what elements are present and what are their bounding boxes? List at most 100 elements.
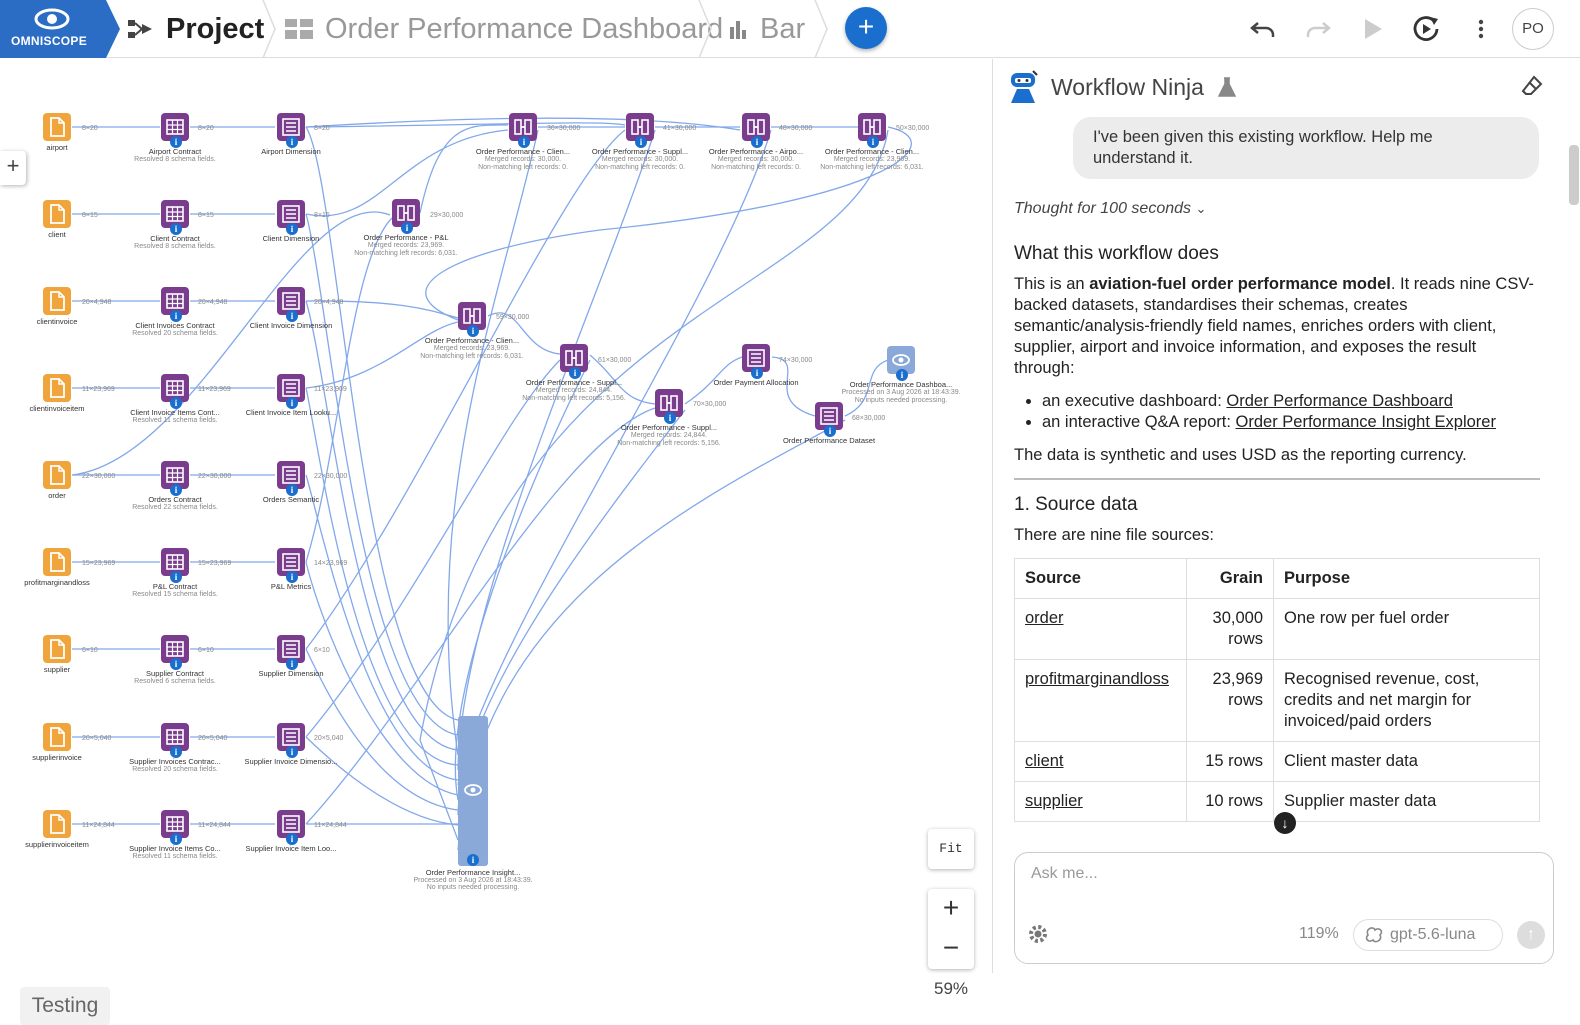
file-icon[interactable] — [43, 200, 71, 228]
info-icon[interactable]: i — [467, 854, 479, 866]
node-label: Client Invoice Item Looku... — [245, 408, 337, 417]
node-status: Resolved 6 schema fields. — [134, 678, 216, 685]
connection-dimension: 11×24,844 — [314, 822, 347, 829]
divider — [1014, 478, 1540, 480]
model-selector[interactable]: gpt-5.6-luna — [1353, 919, 1503, 951]
dashboard-link[interactable]: Order Performance Dashboard — [1226, 392, 1453, 410]
node-status: Merged records: 23,969. — [367, 242, 445, 249]
add-block-side-button[interactable]: + — [0, 151, 26, 185]
workflow-connections — [71, 117, 912, 851]
p1-pre: This is an — [1014, 275, 1090, 293]
breadcrumb-view[interactable]: Bar — [728, 0, 805, 58]
connection-dimension: 14×23,969 — [314, 560, 348, 567]
redo-icon[interactable] — [1303, 14, 1333, 44]
connection-dimension: 6×10 — [82, 647, 98, 654]
connection-dimension: 8×15 — [198, 212, 214, 219]
breadcrumb-separator — [698, 0, 712, 58]
answer-paragraph-3: There are nine file sources: — [1014, 526, 1214, 544]
assistant-answer: What this workflow does This is an aviat… — [1014, 243, 1540, 822]
file-icon[interactable] — [43, 374, 71, 402]
eye-icon — [464, 784, 482, 796]
gear-icon[interactable] — [1027, 923, 1049, 945]
breadcrumb-project[interactable]: Project — [128, 0, 264, 58]
connection-dimension: 6×10 — [314, 647, 330, 654]
file-icon[interactable] — [43, 810, 71, 838]
node-label: Order Performance - Clien... Merged recor… — [802, 147, 942, 172]
table-row: order 30,000 rows One row per fuel order — [1014, 598, 1540, 660]
node-label: Client Invoice Dimension — [249, 321, 333, 330]
connection-dimension: 41×30,000 — [663, 125, 697, 132]
connection-dimension: 70×30,000 — [693, 401, 727, 408]
source-link[interactable]: client — [1025, 752, 1064, 770]
context-usage: 119% — [1299, 925, 1339, 942]
list-item: an interactive Q&A report: Order Perform… — [1042, 412, 1540, 433]
cell-source: profitmarginandloss — [1014, 659, 1187, 742]
more-icon[interactable] — [1466, 14, 1496, 44]
bullet1-text: an executive dashboard: — [1042, 392, 1227, 410]
node-label: Order Performance - Clien... Merged recor… — [402, 336, 542, 361]
node-label: Order Performance - P&L Merged records: 2… — [336, 233, 476, 258]
connection-dimension: 11×24,844 — [82, 822, 115, 829]
connection-dimension: 8×15 — [82, 212, 98, 219]
file-icon[interactable] — [43, 113, 71, 141]
fit-button[interactable]: Fit — [928, 829, 974, 869]
connection-dimension: 61×30,000 — [598, 357, 632, 364]
scroll-down-icon[interactable]: ↓ — [1274, 812, 1296, 834]
source-link[interactable]: profitmarginandloss — [1025, 670, 1169, 688]
node-status: Resolved 11 schema fields. — [132, 417, 218, 424]
panel-scrollbar[interactable] — [1569, 145, 1579, 205]
col-source: Source — [1014, 558, 1187, 599]
file-icon[interactable] — [43, 287, 71, 315]
play-icon[interactable] — [1358, 14, 1388, 44]
workflow-canvas[interactable]: + airport client clientinvoice clientinvoic… — [0, 59, 992, 1025]
cell-grain: 30,000 rows — [1186, 598, 1274, 660]
undo-icon[interactable] — [1248, 14, 1278, 44]
send-button[interactable]: ↑ — [1517, 921, 1545, 949]
node-status: Resolved 20 schema fields. — [132, 766, 218, 773]
file-icon[interactable] — [43, 635, 71, 663]
source-link[interactable]: supplier — [1025, 792, 1083, 810]
connection-dimension: 20×4,948 — [314, 299, 344, 306]
source-table: Source Grain Purpose order 30,000 rows One… — [1014, 558, 1540, 822]
zoom-controls: + − — [928, 889, 974, 969]
thought-toggle[interactable]: Thought for 100 seconds ⌄ — [1014, 200, 1206, 218]
node-status: No inputs needed processing. — [854, 397, 948, 404]
bullet2-text: an interactive Q&A report: — [1042, 413, 1236, 431]
connection-dimension: 15×23,969 — [198, 560, 232, 567]
file-icon[interactable] — [43, 723, 71, 751]
cell-grain: 10 rows — [1186, 781, 1274, 822]
cell-source: order — [1014, 598, 1187, 660]
source-link[interactable]: order — [1025, 609, 1064, 627]
node-label: Supplier Invoice Item Loo... — [245, 844, 337, 853]
node-status: Non-matching left records: 6,031. — [820, 164, 924, 171]
node-status: Resolved 8 schema fields. — [134, 156, 216, 163]
zoom-out-button[interactable]: − — [928, 929, 974, 969]
top-bar: OMNISCOPE Project Order Performance Dash… — [0, 0, 1580, 58]
model-icon — [1365, 927, 1383, 943]
bar-chart-icon — [730, 21, 746, 39]
insight-explorer-link[interactable]: Order Performance Insight Explorer — [1236, 413, 1496, 431]
connection-dimension: 20×5,040 — [198, 735, 228, 742]
answer-paragraph-1: This is an aviation-fuel order performan… — [1014, 274, 1540, 379]
connection-dimension: 59×30,000 — [496, 314, 530, 321]
connection-dimension: 11×23,969 — [82, 386, 115, 393]
avatar[interactable]: PO — [1512, 8, 1554, 50]
file-icon[interactable] — [43, 548, 71, 576]
connection-dimension: 20×4,948 — [198, 299, 228, 306]
workflow-node-op-insight[interactable]: i Order Performance Insight... Processed o… — [413, 716, 533, 891]
file-icon[interactable] — [43, 461, 71, 489]
logo-text: OMNISCOPE — [11, 34, 88, 48]
eraser-icon[interactable] — [1521, 75, 1543, 97]
node-label: Order Performance Dashboa... Processed on… — [831, 380, 971, 405]
omniscope-logo[interactable]: OMNISCOPE — [0, 0, 120, 58]
refresh-icon[interactable] — [1411, 14, 1441, 44]
connection-dimension: 68×30,000 — [852, 415, 886, 422]
user-message: I've been given this existing workflow. … — [1073, 117, 1539, 179]
chat-input[interactable]: Ask me... 119% gpt-5.6-luna ↑ — [1014, 852, 1554, 964]
connection-dimension: 8×20 — [314, 125, 330, 132]
add-block-button[interactable]: + — [845, 7, 887, 49]
breadcrumb-dashboard[interactable]: Order Performance Dashboard — [285, 0, 723, 58]
zoom-in-button[interactable]: + — [928, 889, 974, 929]
testing-badge[interactable]: Testing — [20, 987, 110, 1025]
node-status: Merged records: 24,844. — [630, 432, 708, 439]
